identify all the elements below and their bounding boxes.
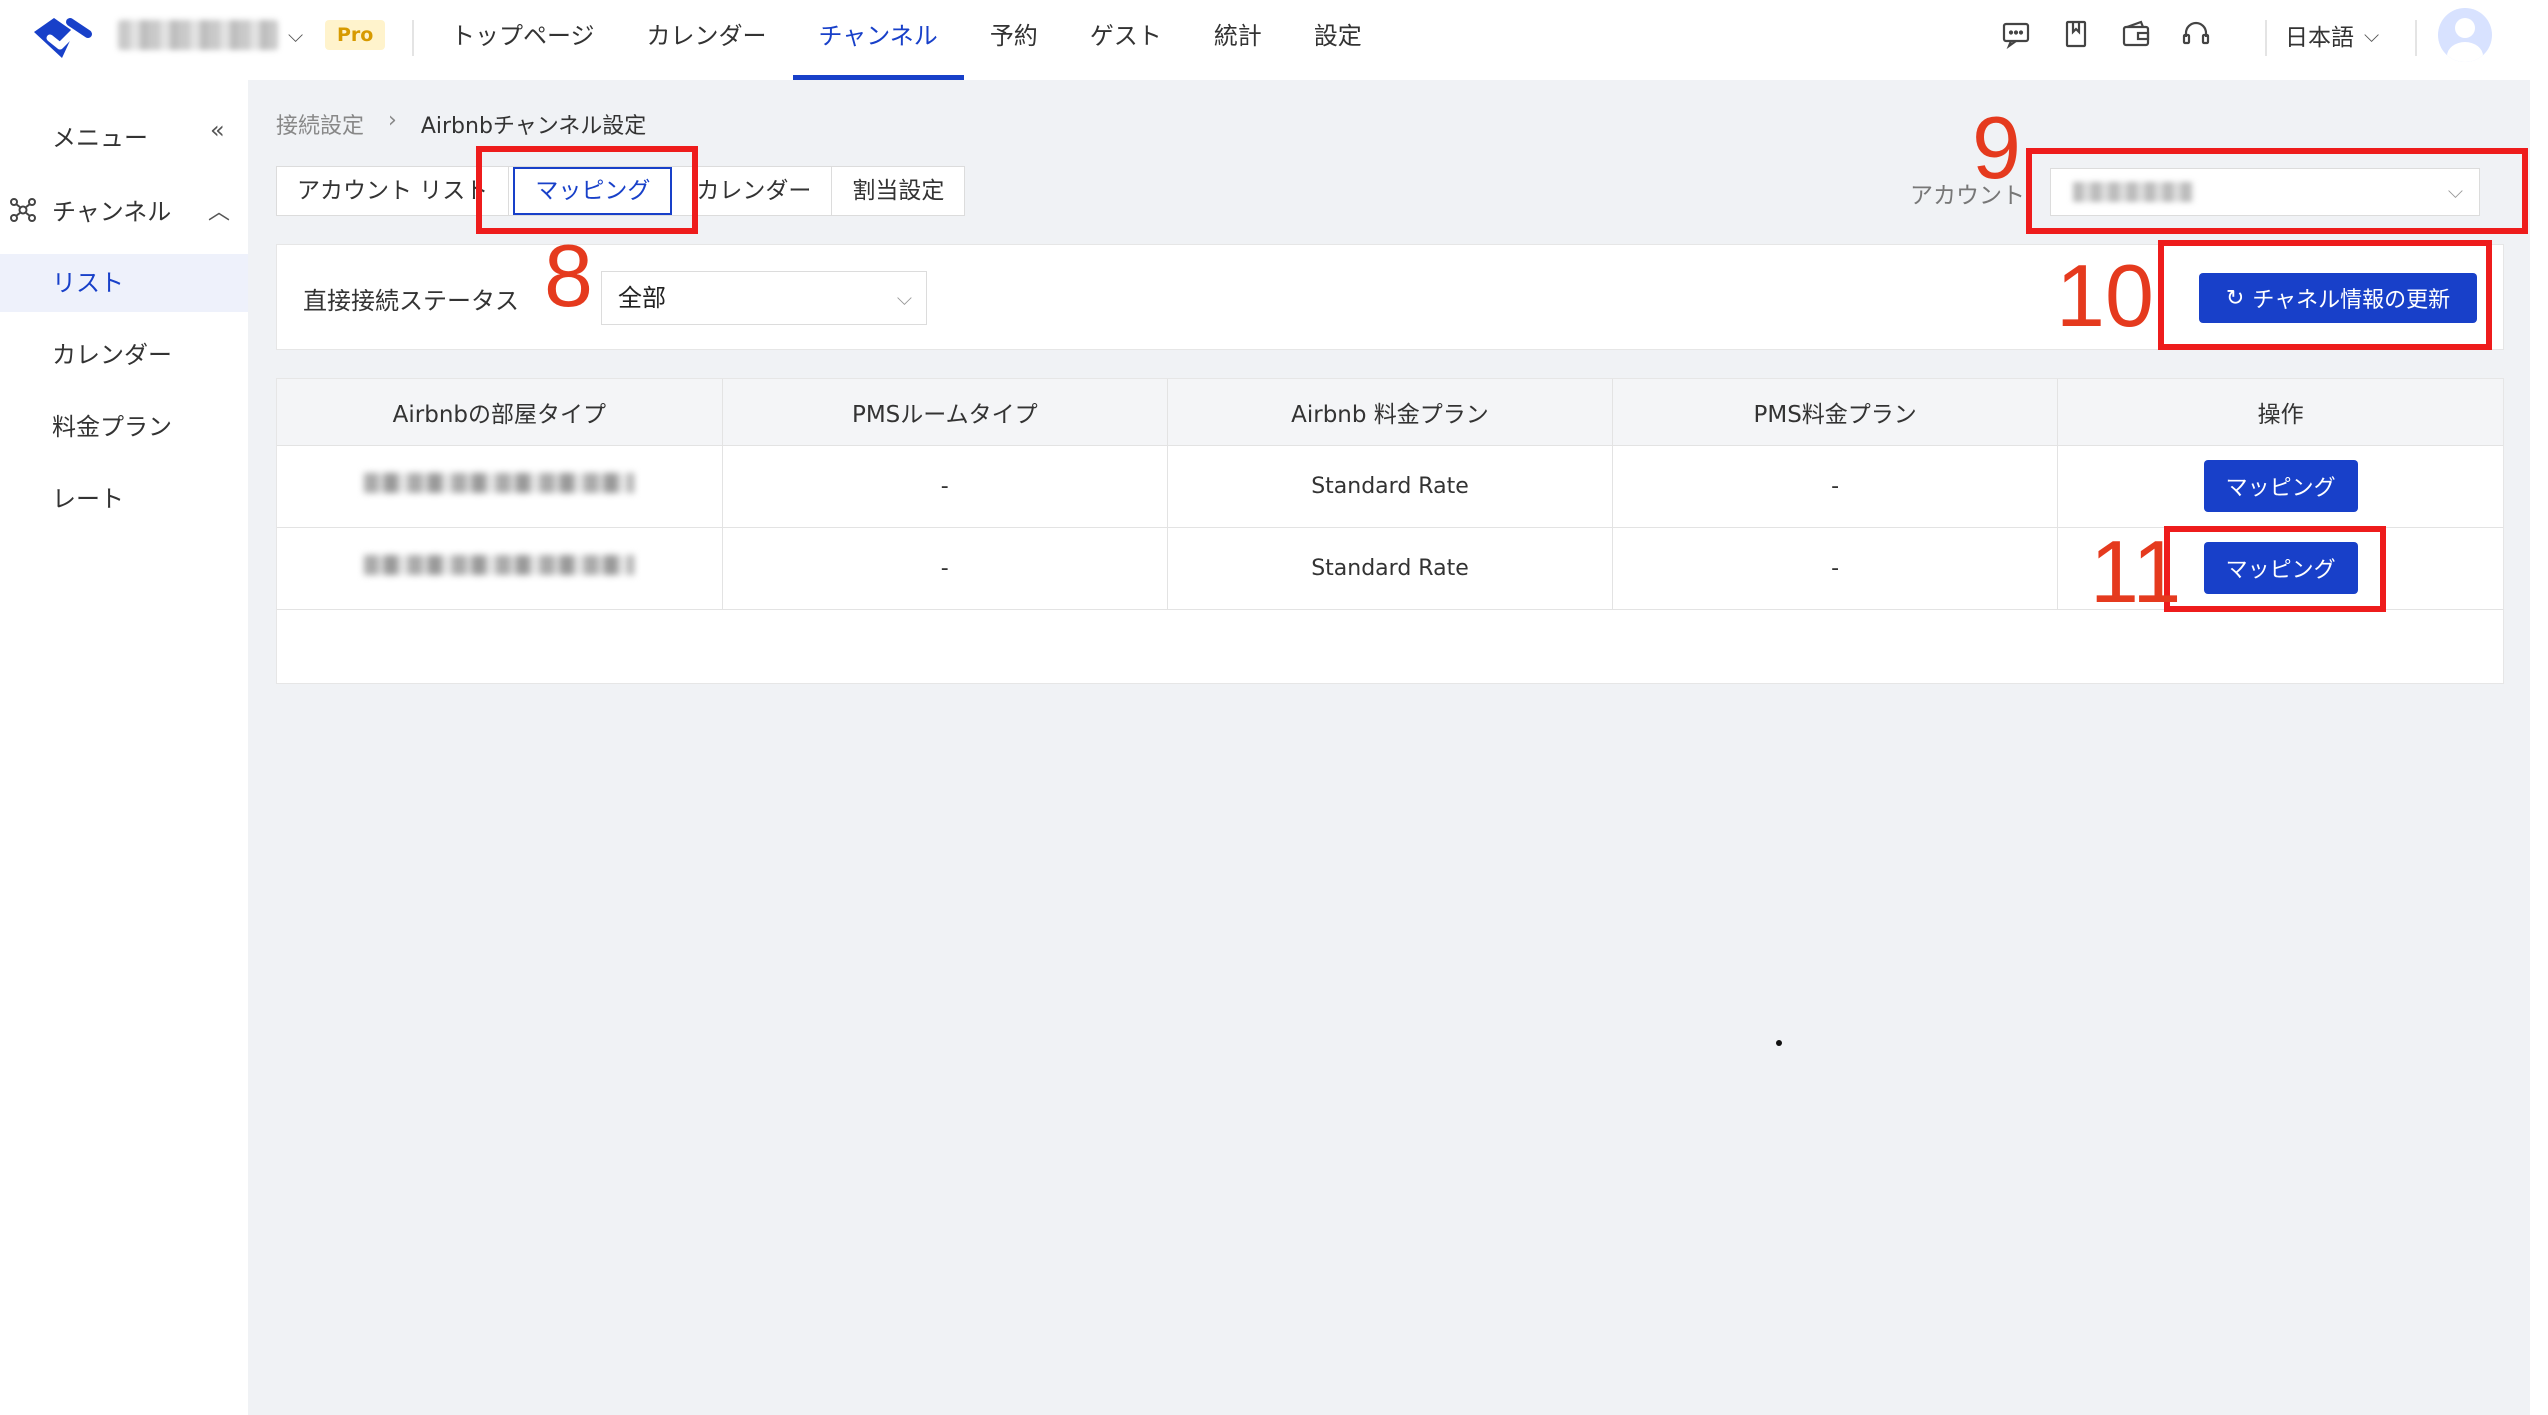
pms-room-cell: - <box>722 527 1168 610</box>
airbnb-room-cell <box>277 527 723 610</box>
headset-icon[interactable] <box>2180 18 2212 50</box>
annotation-box-11 <box>2164 526 2386 612</box>
sidebar-item-calendar[interactable]: カレンダー <box>0 326 248 384</box>
stray-dot <box>1776 1040 1782 1046</box>
chevron-down-icon: ⌵ <box>2364 23 2380 47</box>
sidebar-item-list[interactable]: リスト <box>0 254 248 312</box>
pms-plan-cell: - <box>1612 527 2059 610</box>
chevron-right-icon: › <box>388 108 397 133</box>
pms-plan-cell: - <box>1612 445 2059 528</box>
pms-room-cell: - <box>722 445 1168 528</box>
divider <box>412 20 414 56</box>
channel-icon <box>10 197 36 222</box>
header-icons <box>2000 18 2212 50</box>
nav-settings[interactable]: 設定 <box>1288 0 1388 80</box>
connection-status-select[interactable]: 全部 ⌵ <box>601 271 927 325</box>
airbnb-room-cell <box>277 445 723 528</box>
annotation-number-11: 11 <box>2090 522 2182 621</box>
nav-statistics[interactable]: 統計 <box>1188 0 1288 80</box>
column-header: 操作 <box>2057 379 2503 446</box>
column-header: PMSルームタイプ <box>722 379 1168 446</box>
divider <box>2415 20 2417 56</box>
action-cell: マッピング <box>2057 445 2503 528</box>
filter-value: 全部 <box>618 284 666 312</box>
language-label: 日本語 <box>2285 25 2354 51</box>
annotation-number-8: 8 <box>544 226 593 325</box>
chevron-down-icon: ⌵ <box>896 286 912 310</box>
breadcrumb-current: Airbnbチャンネル設定 <box>420 114 647 139</box>
annotation-box-10 <box>2158 240 2492 350</box>
org-switcher[interactable]: ⌵ <box>118 20 303 50</box>
window-edge <box>2530 0 2548 1415</box>
column-header: Airbnbの部屋タイプ <box>277 379 723 446</box>
column-header: PMS料金プラン <box>1612 379 2059 446</box>
org-name-blurred <box>118 20 278 50</box>
annotation-box-8 <box>476 146 698 234</box>
language-selector[interactable]: 日本語 ⌵ <box>2285 18 2379 52</box>
annotation-number-10: 10 <box>2056 246 2154 345</box>
pro-badge: Pro <box>325 20 386 50</box>
chevron-up-icon: ︿ <box>208 199 231 225</box>
sidebar-group-label: チャンネル <box>52 198 172 226</box>
sidebar: メニュー « チャンネル ︿ リスト カレンダー 料金プラン レート <box>0 80 248 1415</box>
nav-reservation[interactable]: 予約 <box>964 0 1064 80</box>
sidebar-menu-title: メニュー <box>52 124 148 152</box>
divider <box>2265 20 2267 56</box>
airbnb-plan-cell: Standard Rate <box>1167 445 1614 528</box>
table-row: - Standard Rate - マッピング <box>277 445 2503 528</box>
room-name-blurred <box>364 555 635 575</box>
avatar[interactable] <box>2438 8 2492 62</box>
airbnb-plan-cell: Standard Rate <box>1167 527 1614 610</box>
nav-channel[interactable]: チャンネル <box>792 0 965 80</box>
chevron-down-icon: ⌵ <box>288 23 304 47</box>
message-icon[interactable] <box>2000 18 2032 50</box>
annotation-box-9 <box>2026 148 2528 234</box>
top-nav: トップページ カレンダー チャンネル 予約 ゲスト 統計 設定 <box>425 0 1388 80</box>
tab-account-list[interactable]: アカウント リスト <box>277 167 510 215</box>
sidebar-group-channel[interactable]: チャンネル ︿ <box>8 192 248 227</box>
nav-guest[interactable]: ゲスト <box>1064 0 1188 80</box>
breadcrumb-parent[interactable]: 接続設定 <box>276 108 364 140</box>
column-header: Airbnb 料金プラン <box>1167 379 1614 446</box>
logo-icon[interactable] <box>30 12 94 64</box>
sidebar-item-rate[interactable]: レート <box>0 470 248 528</box>
tab-calendar[interactable]: カレンダー <box>676 167 833 215</box>
bookmark-icon[interactable] <box>2060 18 2092 50</box>
filter-label: 直接接続ステータス <box>303 287 519 315</box>
top-header: ⌵ Pro トップページ カレンダー チャンネル 予約 ゲスト 統計 設定 日本… <box>0 0 2530 80</box>
wallet-icon[interactable] <box>2120 18 2152 50</box>
mapping-button[interactable]: マッピング <box>2203 460 2358 512</box>
tab-allocation[interactable]: 割当設定 <box>832 167 964 215</box>
nav-top-page[interactable]: トップページ <box>425 0 621 80</box>
sidebar-item-rate-plan[interactable]: 料金プラン <box>0 398 248 456</box>
collapse-icon[interactable]: « <box>210 116 225 144</box>
breadcrumb: 接続設定 › Airbnbチャンネル設定 <box>276 108 646 140</box>
nav-calendar[interactable]: カレンダー <box>621 0 793 80</box>
room-name-blurred <box>364 473 635 493</box>
annotation-number-9: 9 <box>1972 98 2021 197</box>
